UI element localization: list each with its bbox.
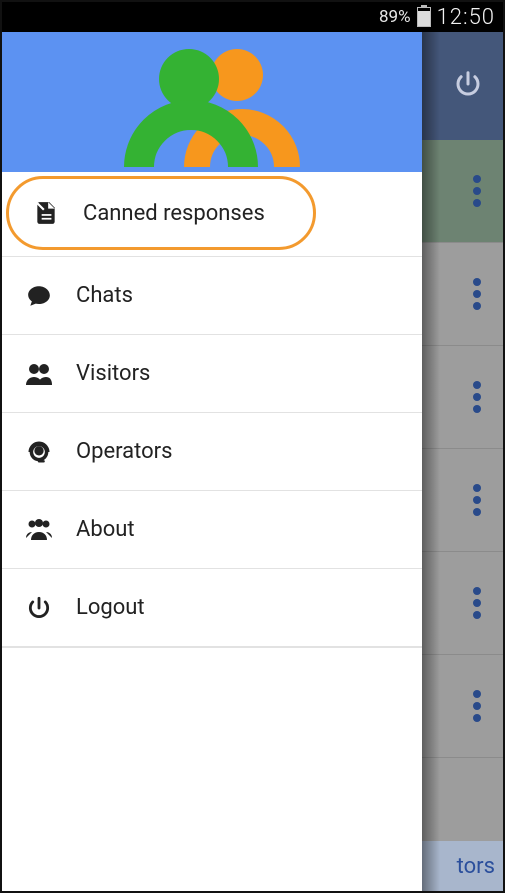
group-icon — [24, 518, 54, 542]
device-frame: 89% 12:50 tors — [0, 0, 505, 893]
headset-icon — [24, 438, 54, 466]
drawer-header — [2, 32, 422, 172]
menu-item-label: Logout — [76, 595, 145, 620]
menu-item-canned-responses[interactable]: Canned responses — [6, 176, 316, 250]
more-vert-icon[interactable] — [473, 484, 481, 516]
drawer-shadow — [422, 32, 440, 891]
battery-percent: 89% — [379, 7, 411, 27]
menu-item-label: Visitors — [76, 361, 150, 386]
divider — [2, 647, 422, 648]
power-icon[interactable] — [453, 69, 483, 103]
menu-item-logout[interactable]: Logout — [2, 569, 422, 647]
status-bar: 89% 12:50 — [2, 2, 503, 32]
menu-item-label: Canned responses — [83, 201, 265, 226]
more-vert-icon[interactable] — [473, 175, 481, 207]
menu-item-label: Chats — [76, 283, 133, 308]
more-vert-icon[interactable] — [473, 690, 481, 722]
document-icon — [31, 199, 61, 227]
battery-icon — [417, 7, 431, 27]
more-vert-icon[interactable] — [473, 278, 481, 310]
more-vert-icon[interactable] — [473, 381, 481, 413]
app-logo-icon — [117, 37, 307, 167]
navigation-drawer: Canned responses Chats Visitors — [2, 32, 422, 891]
clock: 12:50 — [437, 5, 495, 30]
power-icon — [24, 595, 54, 621]
menu-item-about[interactable]: About — [2, 491, 422, 569]
bottom-tab-fragment: tors — [457, 854, 495, 879]
menu-item-visitors[interactable]: Visitors — [2, 335, 422, 413]
chat-icon — [24, 283, 54, 309]
menu-item-operators[interactable]: Operators — [2, 413, 422, 491]
people-icon — [24, 361, 54, 387]
more-vert-icon[interactable] — [473, 587, 481, 619]
menu-item-label: About — [76, 517, 135, 542]
menu-item-label: Operators — [76, 439, 173, 464]
menu-item-chats[interactable]: Chats — [2, 257, 422, 335]
